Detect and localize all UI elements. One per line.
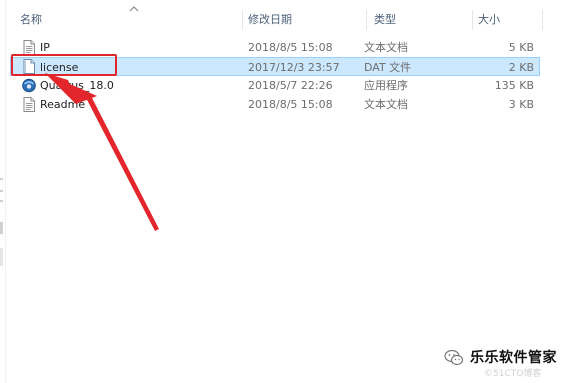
highlight-box	[11, 54, 117, 76]
file-date: 2018/5/7 22:26	[248, 79, 333, 92]
column-divider[interactable]	[366, 10, 367, 30]
text-document-icon	[23, 40, 35, 55]
file-date: 2018/8/5 15:08	[248, 41, 333, 54]
navigation-pane-edge	[0, 0, 6, 383]
column-header-name[interactable]: 名称	[20, 8, 42, 32]
file-type: DAT 文件	[364, 61, 412, 74]
nav-pane-mark	[0, 200, 3, 202]
nav-pane-mark	[0, 248, 3, 266]
file-date: 2018/8/5 15:08	[248, 98, 333, 111]
file-size: 135 KB	[494, 79, 534, 92]
file-type: 文本文档	[364, 41, 408, 54]
file-date: 2017/12/3 23:57	[248, 61, 340, 74]
file-name[interactable]: Quartus_18.0	[40, 76, 114, 95]
application-icon	[22, 78, 36, 93]
column-header-bar: 名称 修改日期 类型 大小	[10, 5, 576, 32]
column-divider[interactable]	[472, 10, 473, 30]
file-row[interactable]: Readme 2018/8/5 15:08 文本文档 3 KB	[10, 95, 540, 114]
column-header-date[interactable]: 修改日期	[248, 8, 292, 32]
file-size: 3 KB	[508, 98, 534, 111]
file-row[interactable]: Quartus_18.0 2018/5/7 22:26 应用程序 135 KB	[10, 76, 540, 95]
watermark-subtitle: ©51CTO博客	[484, 369, 542, 379]
watermark: 乐乐软件管家 ©51CTO博客	[444, 345, 574, 379]
watermark-title: 乐乐软件管家	[470, 350, 557, 366]
file-type: 应用程序	[364, 79, 408, 92]
file-size: 5 KB	[508, 41, 534, 54]
column-header-size[interactable]: 大小	[478, 8, 500, 32]
wechat-logo-icon	[444, 349, 464, 366]
file-name[interactable]: Readme	[40, 95, 85, 114]
text-document-icon	[23, 97, 35, 112]
sort-ascending-icon[interactable]	[129, 5, 139, 13]
nav-pane-mark	[0, 222, 3, 234]
file-type: 文本文档	[364, 98, 408, 111]
nav-pane-mark	[0, 178, 3, 180]
column-divider[interactable]	[542, 10, 543, 30]
nav-pane-mark	[0, 190, 3, 192]
column-divider[interactable]	[242, 10, 243, 30]
column-header-type[interactable]: 类型	[374, 8, 396, 32]
file-size: 2 KB	[508, 61, 534, 74]
